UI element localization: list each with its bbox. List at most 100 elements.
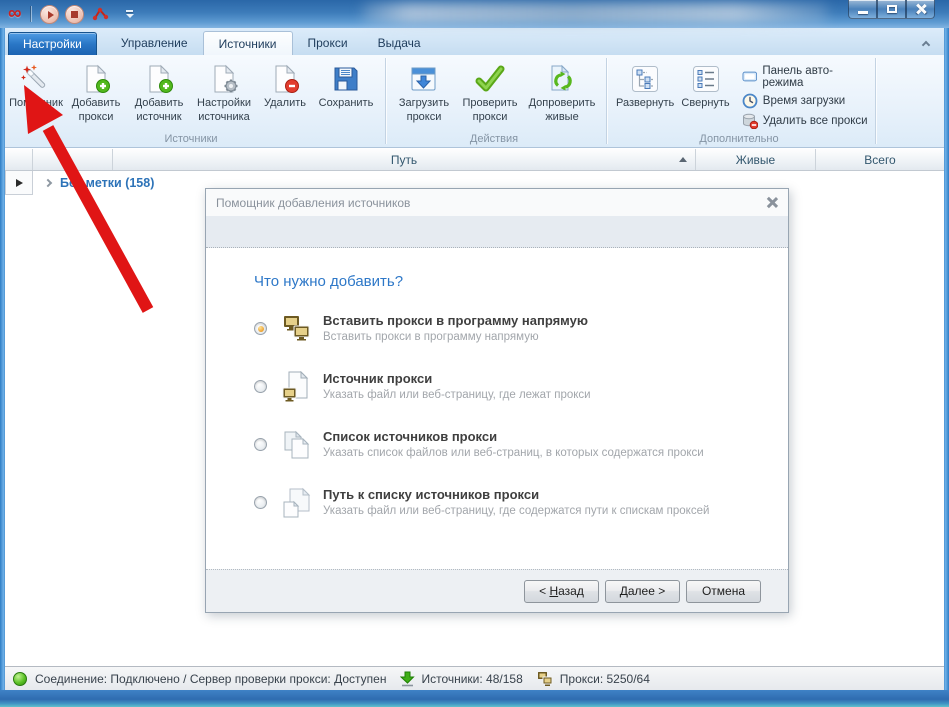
main-content: Путь Живые Всего Без метки (158) Помощни… xyxy=(5,149,944,666)
column-header-path[interactable]: Путь xyxy=(113,149,696,170)
panel-icon xyxy=(742,69,758,85)
sort-ascending-icon xyxy=(679,157,687,162)
ribbon-group-label: Действия xyxy=(386,133,602,145)
ribbon-button-label: Удалить xyxy=(264,97,306,111)
status-proxies: Прокси: 5250/64 xyxy=(560,672,650,686)
cancel-button[interactable]: Отмена xyxy=(686,580,761,603)
option-source-list-path[interactable]: Путь к списку источников прокси Указать … xyxy=(254,487,768,527)
column-label: Всего xyxy=(864,153,895,167)
add-source-button[interactable]: Добавить источник xyxy=(127,59,191,125)
column-header-blank[interactable] xyxy=(33,149,113,170)
play-icon xyxy=(48,11,54,19)
window-frame-left xyxy=(0,28,5,707)
wizard-header-strip xyxy=(206,216,788,248)
ribbon-button-label: Добавить прокси xyxy=(65,97,127,125)
status-sources: Источники: 48/158 xyxy=(421,672,522,686)
computers-icon xyxy=(280,313,314,345)
option-title: Список источников прокси xyxy=(323,429,704,445)
minimize-button[interactable] xyxy=(848,0,877,19)
delete-all-proxies-button[interactable]: Удалить все прокси xyxy=(742,113,871,129)
start-button[interactable] xyxy=(40,5,59,24)
column-header-total[interactable]: Всего xyxy=(816,149,944,170)
helper-button[interactable]: Помощник xyxy=(7,59,65,111)
maximize-button[interactable] xyxy=(877,0,906,19)
option-subtitle: Указать файл или веб-страницу, где содер… xyxy=(323,505,709,517)
window-controls xyxy=(848,0,935,19)
back-button[interactable]: < Назад xyxy=(524,580,599,603)
qat-separator xyxy=(31,6,32,22)
page-remove-icon xyxy=(270,62,300,95)
ribbon-group-sources: Помощник Добавить прокси xyxy=(1,55,385,147)
recheck-alive-button[interactable]: Допроверить живые xyxy=(524,59,600,125)
wizard-body: Что нужно добавить? xyxy=(206,248,788,527)
app-logo-infinity-icon: ∞ xyxy=(8,1,22,27)
radio-proxy-source[interactable] xyxy=(254,380,267,393)
option-title: Путь к списку источников прокси xyxy=(323,487,709,503)
download-window-icon xyxy=(409,62,439,95)
wizard-heading: Что нужно добавить? xyxy=(254,273,768,290)
load-proxies-button[interactable]: Загрузить прокси xyxy=(392,59,456,125)
option-title: Источник прокси xyxy=(323,371,591,387)
file-computer-icon xyxy=(280,371,314,403)
column-header-alive[interactable]: Живые xyxy=(696,149,816,170)
source-settings-button[interactable]: Настройки источника xyxy=(191,59,257,125)
window-title-redacted xyxy=(362,3,828,24)
radio-source-list[interactable] xyxy=(254,438,267,451)
ribbon-button-label: Сохранить xyxy=(319,97,374,111)
status-connection: Соединение: Подключено / Сервер проверки… xyxy=(35,672,386,686)
chevron-up-icon xyxy=(922,40,930,48)
tree-group-label: Без метки (158) xyxy=(60,176,154,190)
radio-direct-proxies[interactable] xyxy=(254,322,267,335)
option-direct-proxies[interactable]: Вставить прокси в программу напрямую Вст… xyxy=(254,313,768,353)
files-icon xyxy=(280,429,314,461)
maximize-icon xyxy=(887,5,897,13)
status-bar: Соединение: Подключено / Сервер проверки… xyxy=(5,666,944,690)
ribbon-button-label: Развернуть xyxy=(616,97,674,111)
add-proxies-button[interactable]: Добавить прокси xyxy=(65,59,127,125)
option-source-list[interactable]: Список источников прокси Указать список … xyxy=(254,429,768,469)
stop-button[interactable] xyxy=(65,5,84,24)
column-header-indicator[interactable] xyxy=(5,149,33,170)
grid-header: Путь Живые Всего xyxy=(5,149,944,171)
ribbon-button-label: Помощник xyxy=(9,97,63,111)
qat-dropdown-icon[interactable] xyxy=(126,10,134,18)
ribbon-button-label: Допроверить живые xyxy=(524,97,600,125)
close-button[interactable] xyxy=(906,0,935,19)
check-icon xyxy=(475,62,505,95)
ribbon-button-label: Свернуть xyxy=(681,97,729,111)
radio-source-list-path[interactable] xyxy=(254,496,267,509)
floppy-icon xyxy=(331,62,361,95)
tab-proxies[interactable]: Прокси xyxy=(293,32,363,55)
page-refresh-icon xyxy=(547,62,577,95)
wizard-titlebar[interactable]: Помощник добавления источников xyxy=(206,189,788,216)
save-button[interactable]: Сохранить xyxy=(313,59,379,111)
ribbon-collapse-button[interactable] xyxy=(918,36,934,50)
ribbon-tab-row: Настройки Управление Источники Прокси Вы… xyxy=(1,28,948,55)
option-subtitle: Вставить прокси в программу напрямую xyxy=(323,331,588,343)
wizard-close-button[interactable] xyxy=(765,196,778,209)
delete-button[interactable]: Удалить xyxy=(257,59,313,111)
option-subtitle: Указать список файлов или веб-страниц, в… xyxy=(323,447,704,459)
clock-icon xyxy=(742,93,758,109)
next-button[interactable]: Далее > xyxy=(605,580,680,603)
ribbon-group-actions: Загрузить прокси Проверить прокси xyxy=(386,55,606,147)
stop-icon xyxy=(71,11,78,18)
titlebar[interactable]: ∞ xyxy=(0,0,949,28)
graph-nodes-icon[interactable] xyxy=(92,6,110,22)
ribbon-button-label: Проверить прокси xyxy=(456,97,524,125)
option-proxy-source[interactable]: Источник прокси Указать файл или веб-стр… xyxy=(254,371,768,411)
ribbon-button-label: Настройки источника xyxy=(191,97,257,125)
collapse-button[interactable]: Свернуть xyxy=(677,59,734,111)
load-time-button[interactable]: Время загрузки xyxy=(742,93,871,109)
expand-button[interactable]: Развернуть xyxy=(613,59,677,111)
connection-status-icon xyxy=(13,672,27,686)
tab-sources[interactable]: Источники xyxy=(203,31,293,55)
check-proxies-button[interactable]: Проверить прокси xyxy=(456,59,524,125)
tab-output[interactable]: Выдача xyxy=(363,32,436,55)
tab-settings[interactable]: Настройки xyxy=(8,32,97,55)
wizard-footer: < Назад Далее > Отмена xyxy=(206,569,788,612)
auto-mode-panel-button[interactable]: Панель авто-режима xyxy=(742,65,871,89)
tab-management[interactable]: Управление xyxy=(106,32,203,55)
expander-icon[interactable] xyxy=(44,179,52,187)
ribbon-group-separator xyxy=(875,58,876,144)
